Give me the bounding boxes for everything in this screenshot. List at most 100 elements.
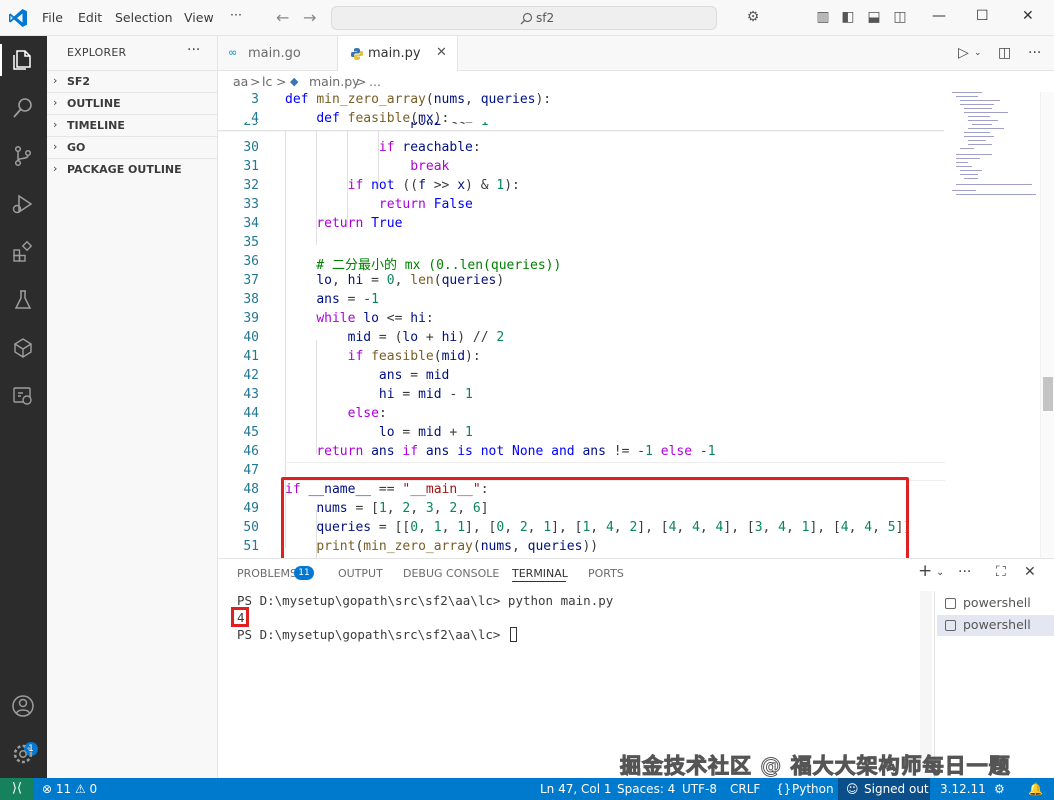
menu-view[interactable]: View [184,10,214,25]
section-go[interactable]: › GO [47,136,217,158]
breadcrumb-file[interactable]: main.py [309,74,360,89]
account-icon[interactable] [11,694,35,718]
run-python-icon[interactable]: ▷ [958,45,969,61]
python-file-icon: ◆ [290,75,299,88]
status-cursor-position[interactable]: Ln 47, Col 1 [540,782,612,796]
copilot-icon[interactable]: ⚙ [994,782,1005,796]
maximize-panel-icon[interactable]: ⛶ [996,564,1006,580]
close-tab-icon[interactable]: ✕ [436,45,447,60]
status-encoding[interactable]: UTF-8 [682,782,717,796]
manage-gear-icon[interactable] [11,742,35,766]
split-editor-icon[interactable]: ◫ [998,45,1011,61]
breadcrumb-separator: > [250,74,261,89]
sidebar-explorer: EXPLORER ··· › SF2 › OUTLINE › TIMELINE … [47,36,218,778]
sidebar-more-button[interactable]: ··· [187,42,200,58]
terminal-instance-label: powershell [963,617,1031,632]
section-package-outline[interactable]: › PACKAGE OUTLINE [47,158,217,180]
remote-indicator-icon[interactable]: ⟩⟨ [0,778,34,800]
status-language[interactable]: Python [792,782,834,796]
status-python-version[interactable]: 3.12.11 [940,782,986,796]
maximize-button[interactable]: ☐ [976,8,989,24]
tab-ports[interactable]: PORTS [588,567,624,580]
line-number: 51 [243,539,259,554]
new-terminal-icon[interactable]: + [918,561,932,581]
line-number: 33 [243,197,259,212]
line-number: 49 [243,501,259,516]
tab-label: main.go [248,46,301,61]
run-dropdown-icon[interactable]: ⌄ [974,48,982,58]
status-indentation[interactable]: Spaces: 4 [617,782,675,796]
toggle-panel-icon[interactable]: ⬓ [866,9,882,25]
go-file-icon: ∞ [228,46,238,59]
code-line: 41 if feasible(mid): [218,349,948,368]
tab-debug-console[interactable]: DEBUG CONSOLE [403,567,499,580]
line-number: 35 [243,235,259,250]
toggle-secondary-sidebar-icon[interactable]: ◫ [892,9,908,25]
section-label: TIMELINE [67,119,125,132]
status-signed-out[interactable]: ☺ Signed out [838,778,930,800]
line-number: 40 [243,330,259,345]
code-line: 43 hi = mid - 1 [218,387,948,406]
panel-more-icon[interactable]: ··· [958,564,971,580]
terminal-dropdown-icon[interactable]: ⌄ [936,567,944,578]
breadcrumb-aa[interactable]: aa [233,74,248,89]
customize-layout-icon[interactable]: ▥ [815,9,831,25]
status-eol[interactable]: CRLF [730,782,760,796]
output-highlight-box [231,607,249,627]
close-panel-icon[interactable]: ✕ [1024,564,1036,580]
toggle-sidebar-icon[interactable]: ◧ [840,9,856,25]
section-label: PACKAGE OUTLINE [67,163,182,176]
signed-out-label: Signed out [864,782,929,796]
breadcrumb-lc[interactable]: lc [262,74,272,89]
source-control-icon[interactable] [11,144,35,168]
code-line: 42 ans = mid [218,368,948,387]
breadcrumb-separator: > [356,74,367,89]
forward-arrow-icon[interactable]: → [303,8,316,27]
minimap[interactable] [950,92,1040,202]
section-timeline[interactable]: › TIMELINE [47,114,217,136]
terminal-instance[interactable]: powershell [937,593,1054,614]
breadcrumb-symbol[interactable]: ... [369,74,381,89]
active-tab-underline [512,581,566,582]
tab-main-py[interactable]: main.py ✕ [338,36,458,71]
code-line: 46 return ans if ans is not None and ans… [218,444,948,463]
minimize-button[interactable]: — [932,8,946,24]
line-number: 36 [243,254,259,269]
remote-explorer-icon[interactable] [11,384,35,408]
section-outline[interactable]: › OUTLINE [47,92,217,114]
back-arrow-icon[interactable]: ← [276,8,289,27]
tab-terminal[interactable]: TERMINAL [512,567,568,580]
search-view-icon[interactable] [11,96,35,120]
go-extension-icon[interactable] [11,336,35,360]
tab-output[interactable]: OUTPUT [338,567,383,580]
tab-main-go[interactable]: ∞ main.go [218,36,338,71]
copilot-icon[interactable]: ⚙ [745,9,761,25]
menu-file[interactable]: File [42,10,63,25]
close-button[interactable]: ✕ [1022,8,1034,24]
menu-edit[interactable]: Edit [78,10,102,25]
menu-selection[interactable]: Selection [115,10,173,25]
testing-icon[interactable] [11,288,35,312]
search-icon [520,12,533,25]
line-text: # 二分最小的 mx (0..len(queries)) [285,258,562,273]
section-sf2[interactable]: › SF2 [47,70,217,92]
code-line: 32 if not ((f >> x) & 1): [218,178,948,197]
explorer-icon[interactable] [11,48,35,72]
code-line: 38 ans = -1 [218,292,948,311]
extensions-icon[interactable] [11,240,35,264]
scrollbar-thumb[interactable] [1043,377,1053,411]
watermark: 掘金技术社区 @ 福大大架构师每日一题 [620,754,1011,779]
tab-problems[interactable]: PROBLEMS [237,567,297,580]
code-line: 36 # 二分最小的 mx (0..len(queries)) [218,254,948,273]
editor-scrollbar[interactable] [1040,92,1054,558]
line-text: pow2 <<= 1 [285,122,488,129]
run-debug-icon[interactable] [11,192,35,216]
status-problems[interactable]: ⊗ 11 ⚠ 0 [42,782,97,796]
more-actions-icon[interactable]: ··· [1028,45,1041,61]
menu-more[interactable]: ··· [230,7,242,22]
line-number: 45 [243,425,259,440]
command-center-search[interactable]: sf2 [331,6,717,30]
line-number: 31 [243,159,259,174]
notifications-bell-icon[interactable]: 🔔 [1028,782,1043,796]
terminal-instance[interactable]: powershell [937,615,1054,636]
